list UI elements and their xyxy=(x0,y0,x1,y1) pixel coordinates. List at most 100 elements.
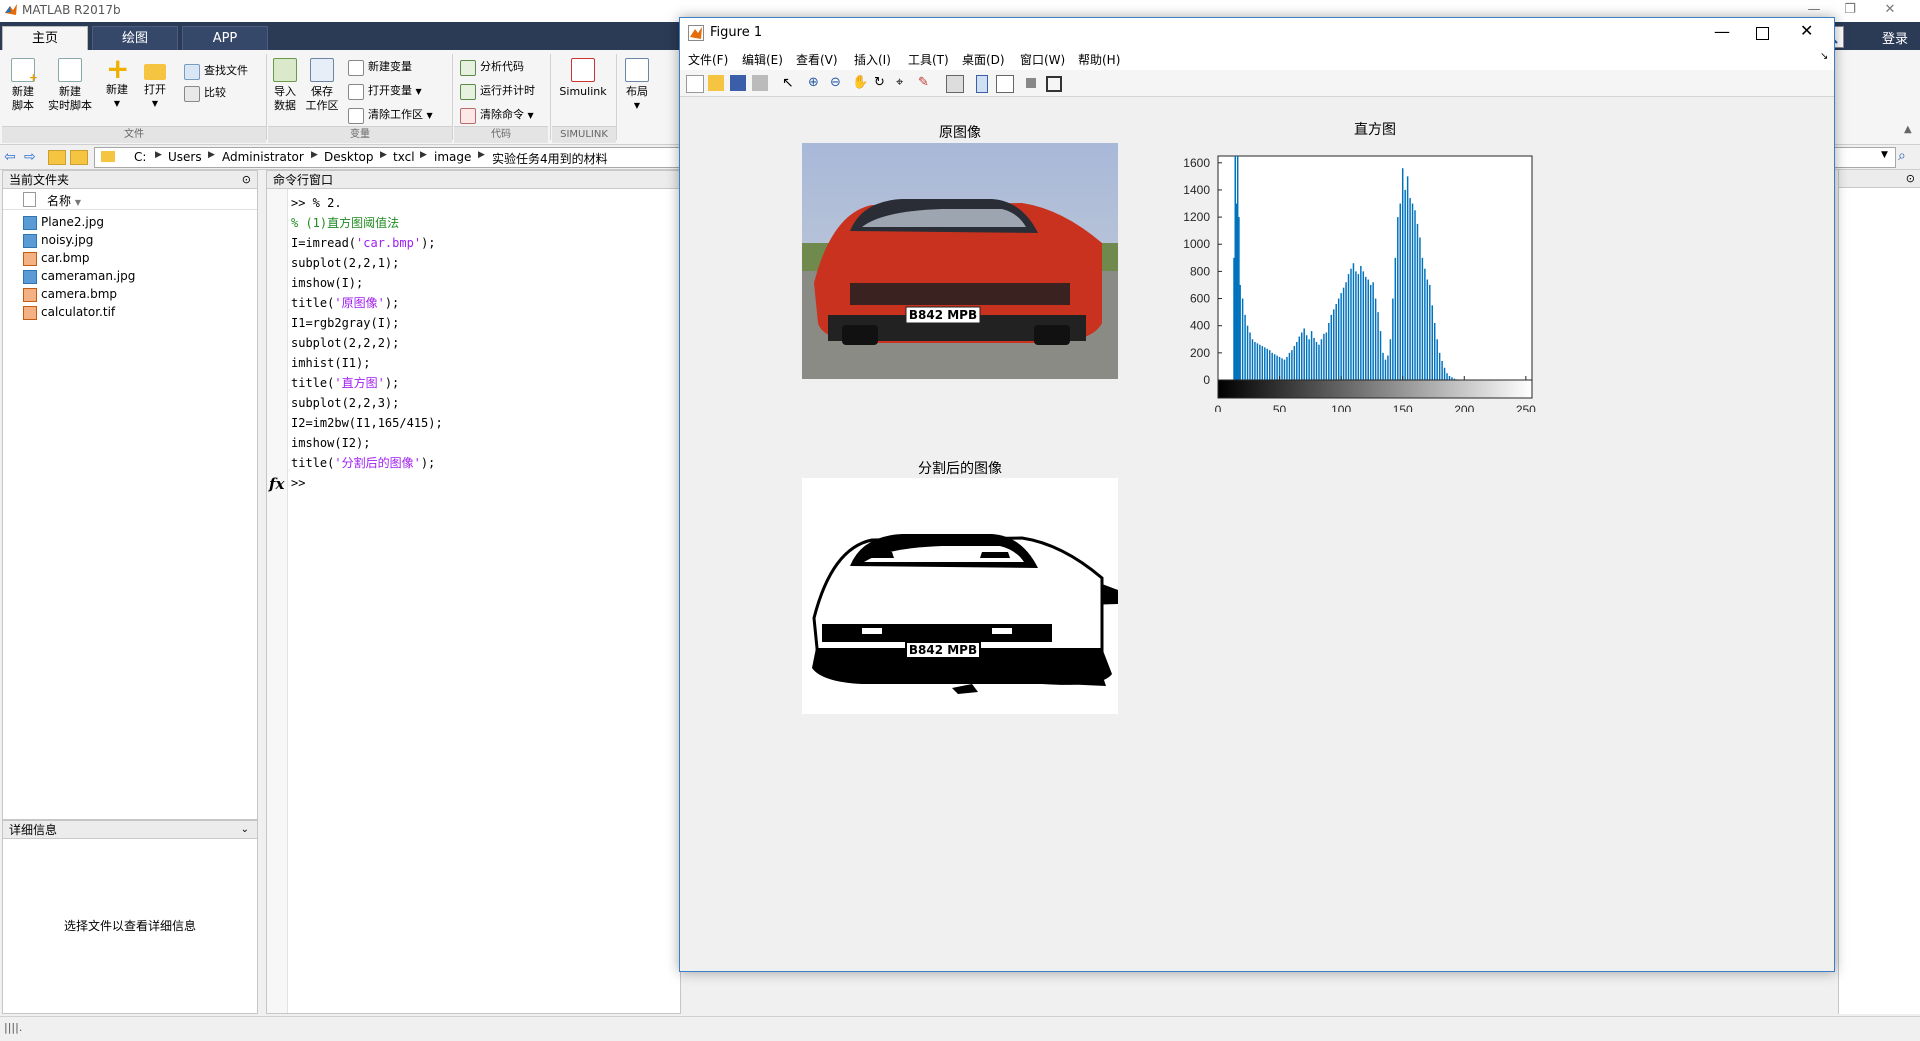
forward-arrow-icon[interactable]: ⇨ xyxy=(24,149,36,165)
chevron-down-icon[interactable]: ⌄ xyxy=(241,821,249,839)
file-item[interactable]: Plane2.jpg xyxy=(23,213,104,231)
path-crumb[interactable]: C: xyxy=(134,150,146,164)
histogram-bar xyxy=(1239,285,1240,380)
print-icon[interactable] xyxy=(752,75,768,91)
histogram-bar xyxy=(1296,342,1297,380)
login-link[interactable]: 登录 xyxy=(1882,28,1908,47)
import-data-button[interactable]: 导入数据 xyxy=(268,58,302,113)
function-browser-icon[interactable]: fx xyxy=(269,475,284,493)
link-plot-icon[interactable] xyxy=(946,75,964,93)
clear-workspace-button[interactable]: 清除工作区 ▼ xyxy=(348,106,433,124)
new-script-button[interactable]: + 新建脚本 xyxy=(6,58,40,113)
figure-minimize-button[interactable]: — xyxy=(1714,22,1730,41)
file-item[interactable]: calculator.tif xyxy=(23,303,115,321)
open-variable-button[interactable]: 打开变量 ▼ xyxy=(348,82,422,100)
path-crumb[interactable]: Administrator xyxy=(222,150,304,164)
path-crumb[interactable]: image xyxy=(434,150,471,164)
pan-icon[interactable]: ✋ xyxy=(852,75,868,91)
menu-tools[interactable]: 工具(T) xyxy=(908,51,949,68)
command-line: title('分割后的图像'); xyxy=(291,453,435,473)
rotate-icon[interactable]: ↻ xyxy=(874,75,890,91)
path-crumb[interactable]: txcl xyxy=(393,150,415,164)
colorbar-icon[interactable] xyxy=(976,75,988,93)
zoom-out-icon[interactable]: ⊖ xyxy=(830,75,846,91)
details-header[interactable]: 详细信息 ⌄ xyxy=(3,821,257,839)
undock-icon[interactable]: ↘ xyxy=(1820,51,1828,62)
current-folder-panel: 当前文件夹 ⊙ 名称 ▼ Plane2.jpg noisy.jpg car.bm… xyxy=(2,170,258,820)
command-line: title('直方图'); xyxy=(291,373,399,393)
busy-indicator-icon: ||||. xyxy=(4,1021,22,1034)
panel-menu-icon[interactable]: ⊙ xyxy=(1906,170,1915,188)
segmented-image-title: 分割后的图像 xyxy=(802,458,1118,478)
menu-help[interactable]: 帮助(H) xyxy=(1078,51,1120,68)
tab-plots[interactable]: 绘图 xyxy=(92,26,178,50)
bitmap-file-icon xyxy=(23,252,37,266)
segmented-image: B842 MPB xyxy=(802,478,1118,714)
save-icon[interactable] xyxy=(730,75,746,91)
histogram-bar xyxy=(1392,299,1393,380)
tab-apps[interactable]: APP xyxy=(182,26,268,50)
close-button[interactable]: ✕ xyxy=(1876,2,1904,20)
file-item[interactable]: car.bmp xyxy=(23,249,90,267)
run-and-time-button[interactable]: 运行并计时 xyxy=(460,82,535,100)
address-dropdown[interactable]: ▼ xyxy=(1834,147,1896,168)
new-variable-button[interactable]: 新建变量 xyxy=(348,58,412,76)
histogram-bar xyxy=(1257,343,1258,380)
restore-button[interactable]: ❐ xyxy=(1836,2,1864,20)
data-cursor-icon[interactable]: ⌖ xyxy=(896,75,912,91)
path-crumb[interactable]: 实验任务4用到的材料 xyxy=(492,150,608,167)
menu-file[interactable]: 文件(F) xyxy=(688,51,728,68)
histogram-bar xyxy=(1308,339,1309,380)
figure-maximize-button[interactable] xyxy=(1756,27,1769,40)
browse-folder-icon[interactable] xyxy=(70,150,88,165)
panel-menu-icon[interactable]: ⊙ xyxy=(242,171,251,189)
analyze-code-button[interactable]: 分析代码 xyxy=(460,58,524,76)
column-name-header[interactable]: 名称 ▼ xyxy=(47,192,81,209)
zoom-in-icon[interactable]: ⊕ xyxy=(808,75,824,91)
histogram-bar xyxy=(1380,331,1381,380)
histogram-bar xyxy=(1363,271,1364,380)
histogram-bar xyxy=(1412,204,1413,380)
file-item[interactable]: noisy.jpg xyxy=(23,231,93,249)
new-live-script-button[interactable]: 新建实时脚本 xyxy=(46,58,94,113)
menu-window[interactable]: 窗口(W) xyxy=(1020,51,1065,68)
histogram-bar xyxy=(1360,266,1361,380)
license-plate-text: B842 MPB xyxy=(909,308,977,322)
open-button[interactable]: 打开▼ xyxy=(140,58,170,111)
back-arrow-icon[interactable]: ⇦ xyxy=(4,149,16,165)
original-image-title: 原图像 xyxy=(802,122,1118,142)
menu-edit[interactable]: 编辑(E) xyxy=(742,51,783,68)
simulink-button[interactable]: Simulink xyxy=(556,58,610,99)
menu-insert[interactable]: 插入(I) xyxy=(854,51,891,68)
collapse-ribbon-icon[interactable]: ▲ xyxy=(1904,124,1912,135)
up-folder-icon[interactable] xyxy=(48,150,66,165)
histogram-bar xyxy=(1375,299,1376,380)
command-window[interactable]: 命令行窗口 >> % 2.% (1)直方图阈值法I=imread('car.bm… xyxy=(266,170,681,1014)
histogram-bar xyxy=(1326,332,1327,380)
search-folder-icon[interactable]: ⌕ xyxy=(1898,148,1906,164)
ribbon-separator xyxy=(550,54,551,140)
path-crumb[interactable]: Users xyxy=(168,150,202,164)
file-item[interactable]: cameraman.jpg xyxy=(23,267,135,285)
menu-desktop[interactable]: 桌面(D) xyxy=(962,51,1005,68)
figure-close-button[interactable]: ✕ xyxy=(1800,21,1813,40)
new-button[interactable]: + 新建▼ xyxy=(102,58,132,111)
clear-commands-button[interactable]: 清除命令 ▼ xyxy=(460,106,534,124)
legend-icon[interactable] xyxy=(996,75,1014,93)
brush-icon[interactable]: ✎ xyxy=(918,75,934,91)
open-file-icon[interactable] xyxy=(708,75,724,91)
compare-button[interactable]: 比较 xyxy=(184,84,226,102)
layout-button[interactable]: 布局▼ xyxy=(620,58,654,113)
new-figure-icon[interactable] xyxy=(686,75,704,93)
find-files-button[interactable]: 查找文件 xyxy=(184,62,248,80)
path-crumb[interactable]: Desktop xyxy=(324,150,374,164)
tab-home[interactable]: 主页 xyxy=(2,26,88,50)
menu-view[interactable]: 查看(V) xyxy=(796,51,838,68)
show-plot-tools-icon[interactable] xyxy=(1046,76,1062,92)
save-workspace-button[interactable]: 保存工作区 xyxy=(304,58,340,113)
command-prompt[interactable]: >> xyxy=(291,473,305,493)
file-item[interactable]: camera.bmp xyxy=(23,285,117,303)
pointer-icon[interactable]: ↖ xyxy=(782,75,798,91)
histogram-bar xyxy=(1390,339,1391,380)
hide-plot-tools-icon[interactable] xyxy=(1026,78,1036,88)
